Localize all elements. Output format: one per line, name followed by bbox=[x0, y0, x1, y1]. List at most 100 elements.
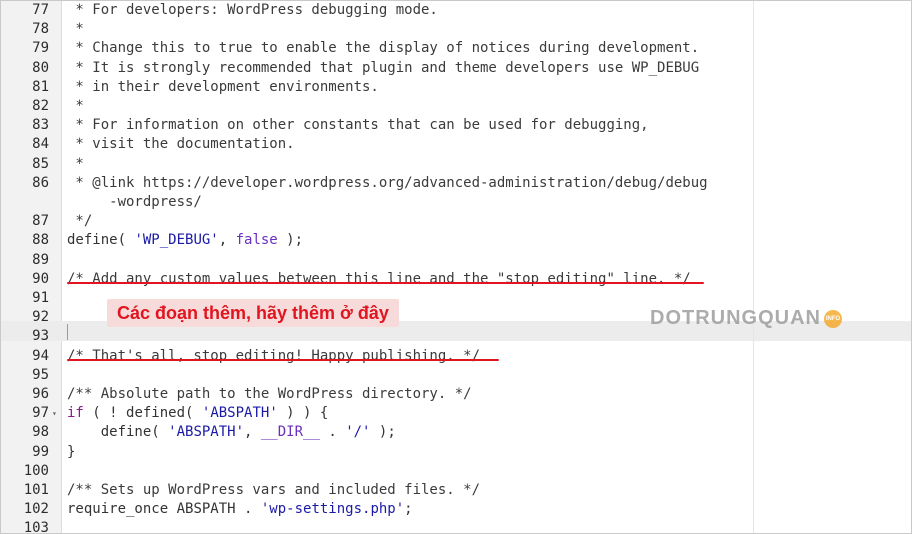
code-text: * @link https://developer.wordpress.org/… bbox=[67, 174, 708, 193]
code-line[interactable]: 96 /** Absolute path to the WordPress dir… bbox=[1, 385, 911, 404]
code-line[interactable]: 88 define( 'WP_DEBUG', false ); bbox=[1, 231, 911, 250]
code-line[interactable]: 90 /* Add any custom values between this … bbox=[1, 270, 911, 289]
code-line[interactable]: 98 define( 'ABSPATH', __DIR__ . '/' ); bbox=[1, 423, 911, 442]
code-token: ( bbox=[185, 405, 202, 422]
code-line[interactable]: 103 bbox=[1, 519, 911, 533]
code-token: ( ! bbox=[83, 405, 127, 422]
code-line[interactable]: 86 * @link https://developer.wordpress.o… bbox=[1, 174, 911, 193]
code-token: * For information on other constants tha… bbox=[67, 117, 649, 134]
code-token: } bbox=[67, 443, 76, 460]
line-number: 93 bbox=[32, 328, 49, 345]
code-text: * in their development environments. bbox=[67, 78, 379, 97]
code-line[interactable]: 102 require_once ABSPATH . 'wp-settings.p… bbox=[1, 500, 911, 519]
code-token: 'ABSPATH' bbox=[168, 424, 245, 441]
code-line[interactable]: 79 * Change this to true to enable the d… bbox=[1, 39, 911, 58]
code-token: * bbox=[67, 155, 84, 172]
code-token: 'ABSPATH' bbox=[201, 405, 278, 422]
watermark-badge: INFO bbox=[824, 310, 842, 328]
fold-toggle-icon[interactable]: ▾ bbox=[52, 404, 57, 423]
line-number: 88 bbox=[32, 232, 49, 249]
code-text: /** Absolute path to the WordPress direc… bbox=[67, 385, 472, 404]
code-line[interactable]: 85 * bbox=[1, 155, 911, 174]
line-number: 77 bbox=[32, 2, 49, 18]
code-line[interactable]: 83 * For information on other constants … bbox=[1, 116, 911, 135]
line-number: 95 bbox=[32, 366, 49, 383]
line-number: 81 bbox=[32, 78, 49, 95]
code-text: } bbox=[67, 443, 75, 462]
code-text: * For information on other constants tha… bbox=[67, 116, 649, 135]
code-token: * bbox=[67, 98, 84, 114]
line-number: 100 bbox=[23, 462, 49, 479]
code-text: -wordpress/ bbox=[67, 193, 202, 212]
code-editor[interactable]: 77 * For developers: WordPress debugging… bbox=[0, 0, 912, 534]
code-line[interactable]: -wordpress/ bbox=[1, 193, 911, 212]
code-text: /* Add any custom values between this li… bbox=[67, 270, 691, 289]
code-text: define( 'WP_DEBUG', false ); bbox=[67, 231, 303, 250]
code-line[interactable]: 87 */ bbox=[1, 212, 911, 231]
line-number: 102 bbox=[23, 501, 49, 518]
line-number: 97 bbox=[32, 405, 49, 422]
code-token: . bbox=[319, 424, 346, 441]
line-number: 87 bbox=[32, 213, 49, 230]
line-number: 96 bbox=[32, 386, 49, 402]
code-token: ABSPATH . bbox=[168, 501, 261, 518]
code-token: defined bbox=[126, 405, 186, 422]
code-token: * It is strongly recommended that plugin… bbox=[67, 59, 700, 76]
code-text: if ( ! defined( 'ABSPATH' ) ) { bbox=[67, 404, 328, 423]
code-token: */ bbox=[67, 213, 93, 230]
code-token: * For developers: WordPress debugging mo… bbox=[67, 2, 438, 18]
code-text: require_once ABSPATH . 'wp-settings.php'… bbox=[67, 500, 413, 519]
code-token: , bbox=[218, 232, 236, 249]
annotation-callout: Các đoạn thêm, hãy thêm ở đây bbox=[107, 299, 399, 327]
code-line[interactable]: 77 * For developers: WordPress debugging… bbox=[1, 1, 911, 20]
line-number: 78 bbox=[32, 21, 49, 38]
code-text: * bbox=[67, 155, 84, 174]
code-text: * visit the documentation. bbox=[67, 135, 295, 154]
code-token: * in their development environments. bbox=[67, 78, 379, 95]
code-token: * Change this to true to enable the disp… bbox=[67, 40, 700, 57]
code-token: /** Absolute path to the WordPress direc… bbox=[67, 386, 472, 402]
line-number: 91 bbox=[32, 290, 49, 306]
code-token: ) ) { bbox=[277, 405, 329, 422]
line-number: 99 bbox=[32, 443, 49, 460]
code-token: 'wp-settings.php' bbox=[260, 501, 405, 518]
code-line[interactable]: 101 /** Sets up WordPress vars and includ… bbox=[1, 481, 911, 500]
code-token: ); bbox=[277, 232, 304, 249]
code-text: /** Sets up WordPress vars and included … bbox=[67, 481, 480, 500]
line-number: 82 bbox=[32, 98, 49, 114]
code-line[interactable]: 97 ▾ if ( ! defined( 'ABSPATH' ) ) { bbox=[1, 404, 911, 423]
code-token: ( bbox=[117, 232, 135, 249]
code-token: -wordpress/ bbox=[67, 194, 202, 210]
code-line[interactable]: 84 * visit the documentation. bbox=[1, 135, 911, 154]
line-number: 83 bbox=[32, 117, 49, 134]
line-number: 90 bbox=[32, 270, 49, 287]
line-number: 86 bbox=[32, 174, 49, 191]
code-token: ( bbox=[151, 424, 169, 441]
code-line[interactable]: 99} bbox=[1, 443, 911, 462]
line-number: 85 bbox=[32, 155, 49, 172]
line-number: 92 bbox=[32, 309, 49, 326]
code-token: ); bbox=[370, 424, 396, 441]
code-token: /** Sets up WordPress vars and included … bbox=[67, 482, 481, 498]
code-line[interactable]: 78 * bbox=[1, 20, 911, 39]
code-text: * bbox=[67, 20, 83, 39]
code-token: * visit the documentation. bbox=[67, 136, 295, 153]
code-line[interactable]: 95 bbox=[1, 366, 911, 385]
code-token: '/' bbox=[345, 424, 371, 441]
code-token: * @link https://developer.wordpress.org/… bbox=[67, 174, 708, 191]
code-line[interactable]: 94 /* That's all, stop editing! Happy pub… bbox=[1, 347, 911, 366]
code-token: ; bbox=[404, 501, 413, 518]
code-line[interactable]: 100 bbox=[1, 462, 911, 481]
code-line[interactable]: 80 * It is strongly recommended that plu… bbox=[1, 59, 911, 78]
code-text: */ bbox=[67, 212, 92, 231]
code-line[interactable]: 81 * in their development environments. bbox=[1, 78, 911, 97]
line-number: 101 bbox=[23, 482, 49, 498]
code-token: , bbox=[244, 424, 261, 441]
code-token: __DIR__ bbox=[260, 424, 320, 441]
line-number: 98 bbox=[32, 424, 49, 441]
code-line[interactable]: 89 bbox=[1, 251, 911, 270]
code-text: * For developers: WordPress debugging mo… bbox=[67, 1, 438, 20]
code-token: if bbox=[67, 405, 84, 422]
code-line[interactable]: 82 * bbox=[1, 97, 911, 116]
code-token: 'WP_DEBUG' bbox=[134, 232, 219, 249]
